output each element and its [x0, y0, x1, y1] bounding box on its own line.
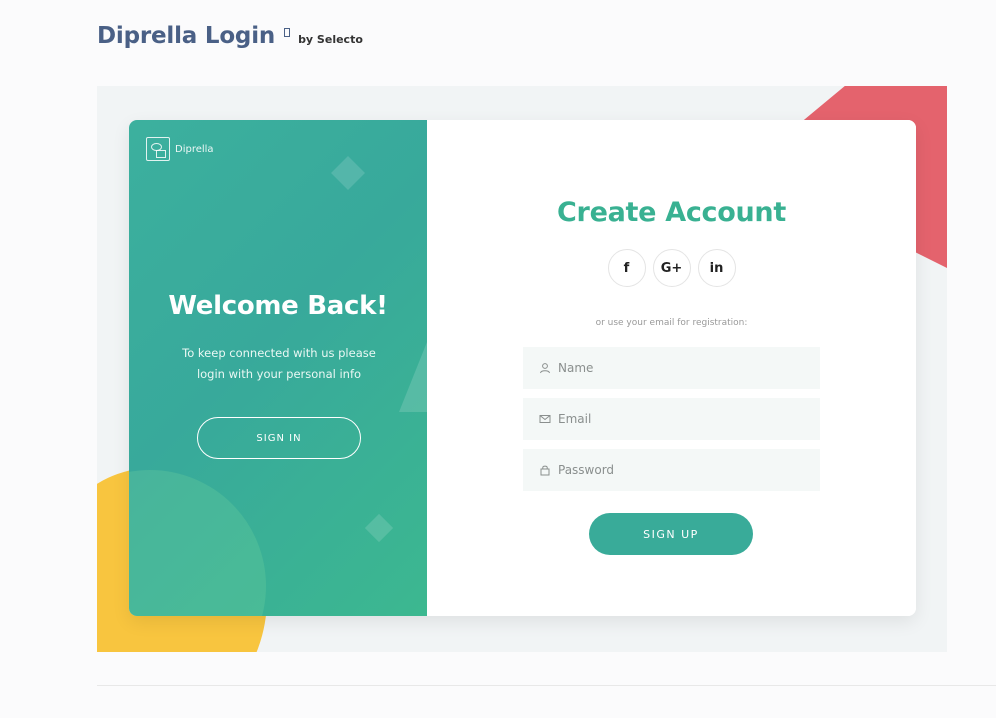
create-account-title: Create Account: [557, 197, 786, 228]
brand-name: Diprella: [175, 143, 214, 155]
linkedin-icon[interactable]: in: [697, 249, 736, 287]
name-field[interactable]: [523, 347, 820, 389]
envelope-icon: [539, 413, 551, 425]
decorative-diamond: [364, 513, 394, 543]
brand: Diprella: [146, 137, 214, 161]
lock-icon: [539, 464, 551, 476]
facebook-icon[interactable]: f: [607, 249, 646, 287]
user-icon: [539, 362, 551, 374]
social-buttons: f G+ in: [427, 249, 916, 287]
bookmark-icon[interactable]: [284, 28, 291, 37]
author-byline[interactable]: by Selecto: [298, 33, 363, 46]
name-input[interactable]: [558, 361, 798, 375]
login-card: Diprella Welcome Back! To keep connected…: [129, 120, 916, 616]
registration-hint: or use your email for registration:: [595, 318, 748, 328]
page-header: Diprella Login by Selecto: [97, 23, 363, 49]
email-input[interactable]: [558, 412, 798, 426]
password-input[interactable]: [558, 463, 798, 477]
sign-up-button[interactable]: SIGN UP: [589, 513, 753, 555]
decorative-diamond: [331, 156, 365, 190]
brand-logo-icon: [146, 137, 170, 161]
password-field[interactable]: [523, 449, 820, 491]
page-title: Diprella Login: [97, 23, 276, 49]
google-plus-icon[interactable]: G+: [652, 249, 691, 287]
welcome-title: Welcome Back!: [168, 291, 388, 321]
preview-stage: Diprella Welcome Back! To keep connected…: [97, 86, 947, 652]
welcome-panel: Diprella Welcome Back! To keep connected…: [129, 120, 427, 616]
email-field[interactable]: [523, 398, 820, 440]
sign-in-button[interactable]: SIGN IN: [197, 417, 361, 459]
divider: [97, 685, 996, 686]
welcome-text: To keep connected with us please login w…: [182, 346, 376, 381]
decorative-circle: [129, 470, 266, 616]
decorative-triangle: [399, 342, 427, 412]
create-account-panel: Create Account f G+ in or use your email…: [427, 120, 916, 616]
